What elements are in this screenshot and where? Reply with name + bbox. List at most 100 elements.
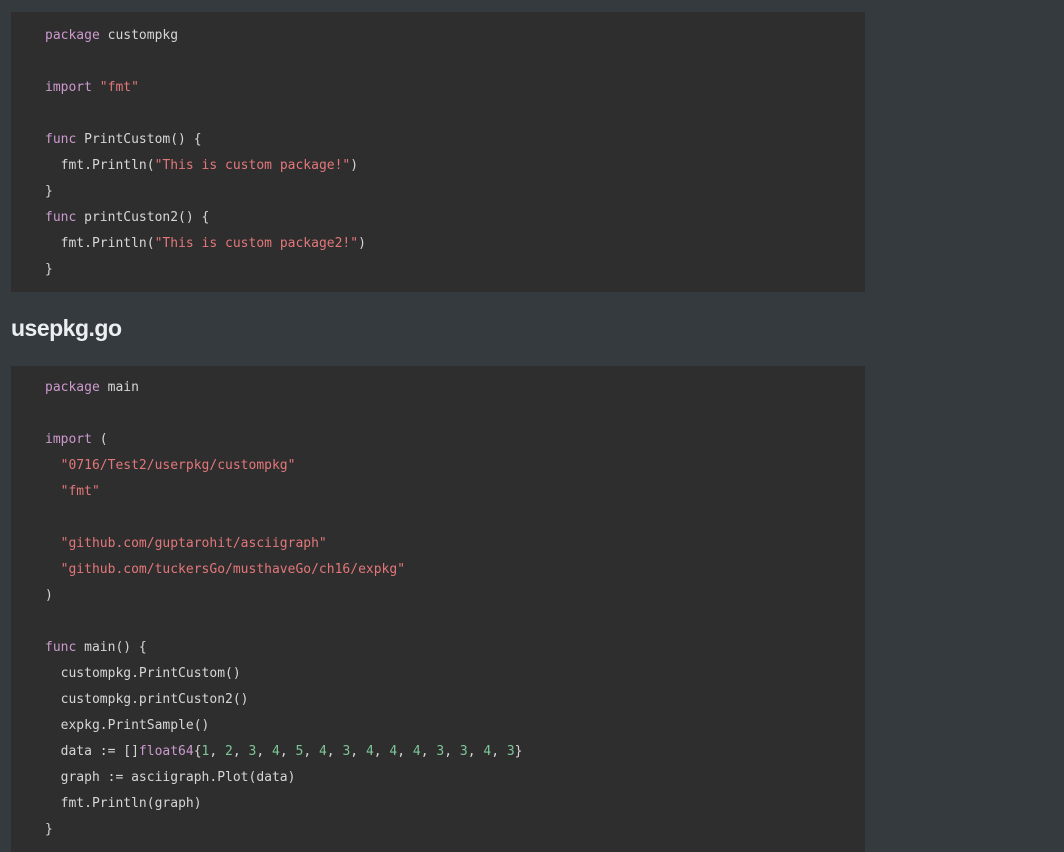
code-token-keyword: package (45, 380, 100, 395)
code-line: func PrintCustom() { (45, 127, 865, 153)
code-token-keyword: import (45, 80, 92, 95)
code-line: func main() { (45, 635, 865, 661)
code-token-keyword: package (45, 28, 100, 43)
code-token-plain: } (514, 744, 523, 759)
code-token-plain: graph := asciigraph. (45, 770, 218, 785)
code-token-plain: main() { (76, 640, 147, 655)
code-line: data := []float64{1, 2, 3, 4, 5, 4, 3, 4… (45, 739, 865, 765)
code-token-keyword: func (45, 132, 77, 147)
code-token-string-soft: "github.com/guptarohit/asciigraph" (60, 536, 327, 551)
code-line: fmt.Println(graph) (45, 791, 865, 817)
code-token-plain: ) (350, 158, 359, 173)
code-token-plain: ( (146, 158, 155, 173)
code-token-string-soft: "This is custom package2!" (154, 236, 359, 251)
code-token-string-soft: "0716/Test2/userpkg/custompkg" (60, 458, 296, 473)
code-token-plain: fmt. (45, 796, 92, 811)
code-token-plain: Println (91, 236, 147, 251)
code-token-plain: ) (358, 236, 366, 251)
code-block-usepkg: package main import ( "0716/Test2/userpk… (11, 366, 865, 852)
code-token-plain: Println (91, 796, 147, 811)
code-token-string-soft: "fmt" (99, 80, 139, 95)
code-block-custompkg: package custompkg import "fmt" func Prin… (11, 12, 865, 292)
code-line: } (45, 179, 865, 205)
code-token-plain: custompkg (99, 28, 179, 43)
code-token-number: 4 (412, 744, 421, 759)
code-token-type: float64 (138, 744, 194, 759)
code-token-plain: fmt. (45, 158, 92, 173)
section-heading: usepkg.go (11, 315, 122, 341)
code-line: package custompkg (45, 23, 865, 49)
code-token-plain: ( (91, 432, 108, 447)
code-token-string-soft: "This is custom package!" (154, 158, 351, 173)
code-token-plain: , (279, 744, 296, 759)
code-token-plain: , (397, 744, 413, 759)
page: package custompkg import "fmt" func Prin… (0, 0, 1064, 852)
code-token-plain: main (99, 380, 139, 395)
code-line: "0716/Test2/userpkg/custompkg" (45, 453, 865, 479)
code-token-plain: fmt. (45, 236, 92, 251)
code-token-number: 3 (506, 744, 515, 759)
code-token-plain: , (303, 744, 319, 759)
code-token-string-soft: "github.com/tuckersGo/musthaveGo/ch16/ex… (60, 562, 406, 577)
code-token-plain: (graph) (146, 796, 202, 811)
code-token-plain: } (45, 822, 53, 837)
code-token-plain: data := [] (45, 744, 139, 759)
code-token-plain: , (467, 744, 484, 759)
code-token-plain: expkg. (45, 718, 108, 733)
code-token-keyword: func (45, 640, 77, 655)
code-line: import ( (45, 427, 865, 453)
code-line: "fmt" (45, 479, 865, 505)
code-token-plain: , (373, 744, 390, 759)
code-line: fmt.Println("This is custom package!") (45, 153, 865, 179)
code-token-number: 4 (365, 744, 374, 759)
code-token-plain: , (444, 744, 460, 759)
code-token-keyword: func (45, 210, 77, 225)
code-line: graph := asciigraph.Plot(data) (45, 765, 865, 791)
code-token-number: 2 (225, 744, 233, 759)
code-token-number: 4 (272, 744, 280, 759)
code-token-plain: , (209, 744, 226, 759)
code-line: ) (45, 583, 865, 609)
code-token-plain: printCuston2() { (76, 210, 210, 225)
code-token-plain: , (256, 744, 272, 759)
code-token-plain: , (420, 744, 437, 759)
code-line: expkg.PrintSample() (45, 713, 865, 739)
code-token-plain: } (45, 262, 53, 277)
code-token-keyword: import (45, 432, 92, 447)
code-token-plain: , (350, 744, 366, 759)
code-token-plain: } (45, 184, 53, 199)
code-line: fmt.Println("This is custom package2!") (45, 231, 865, 257)
code-token-plain: { (193, 744, 202, 759)
code-line: custompkg.printCuston2() (45, 687, 865, 713)
code-token-plain: () (225, 666, 241, 681)
code-token-plain: () (232, 692, 249, 707)
code-line: package main (45, 375, 865, 401)
code-token-number: 4 (483, 744, 492, 759)
code-line: func printCuston2() { (45, 205, 865, 231)
code-line: } (45, 257, 865, 283)
code-token-plain: (data) (248, 770, 296, 785)
code-token-number: 4 (318, 744, 327, 759)
code-token-plain: , (491, 744, 507, 759)
code-token-plain: PrintCustom() { (76, 132, 202, 147)
code-token-plain: PrintCustom (138, 666, 226, 681)
code-token-plain: custompkg. (45, 692, 139, 707)
code-token-plain: custompkg. (45, 666, 139, 681)
code-token-plain: printCuston2 (138, 692, 233, 707)
code-token-plain: Plot (217, 770, 249, 785)
code-token-plain: ) (45, 588, 53, 603)
code-token-plain: , (326, 744, 343, 759)
code-token-plain: () (193, 718, 210, 733)
code-token-plain: ( (146, 236, 155, 251)
code-line: } (45, 817, 865, 843)
code-line: custompkg.PrintCustom() (45, 661, 865, 687)
code-token-number: 3 (459, 744, 468, 759)
code-token-plain: Println (91, 158, 147, 173)
